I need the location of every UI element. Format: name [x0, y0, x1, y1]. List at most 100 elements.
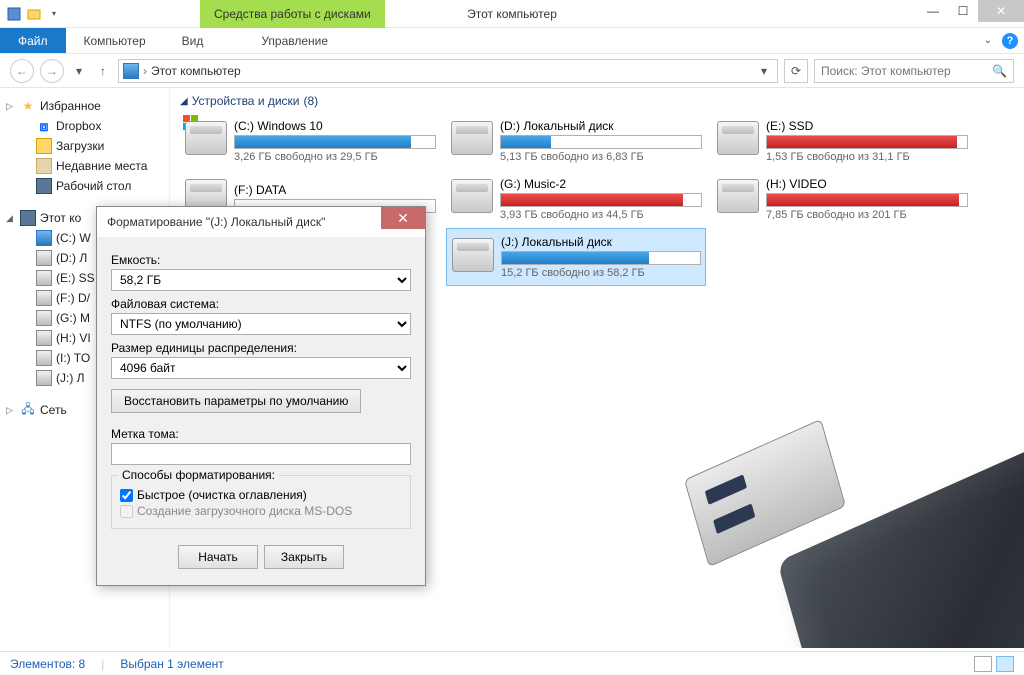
- hdd-icon: [450, 174, 494, 218]
- tab-computer[interactable]: Компьютер: [66, 28, 164, 53]
- star-icon: ★: [20, 98, 36, 114]
- tree-label: (I:) TO: [56, 351, 90, 365]
- drive-free-text: 15,2 ГБ свободно из 58,2 ГБ: [501, 267, 701, 279]
- drive-tile[interactable]: (H:) VIDEO7,85 ГБ свободно из 201 ГБ: [712, 170, 972, 228]
- titlebar: ▾ Средства работы с дисками Этот компьют…: [0, 0, 1024, 28]
- drive-tile[interactable]: (C:) Windows 10 3,26 ГБ свободно из 29,5 …: [180, 112, 440, 170]
- drive-tile[interactable]: (D:) Локальный диск5,13 ГБ свободно из 6…: [446, 112, 706, 170]
- capacity-bar: [766, 193, 968, 207]
- view-details-button[interactable]: [974, 656, 992, 672]
- disk-icon: [36, 350, 52, 366]
- tree-label: (E:) SS: [56, 271, 95, 285]
- format-dialog: Форматирование "(J:) Локальный диск" ✕ Е…: [96, 206, 426, 586]
- tree-label: Избранное: [40, 99, 101, 113]
- qat-dropdown-icon[interactable]: ▾: [46, 6, 62, 22]
- usb-drive-graphic: USB Universal Serial Bus: [610, 408, 1024, 648]
- section-title: Устройства и диски: [192, 94, 300, 108]
- qat-icon-properties[interactable]: [6, 6, 22, 22]
- select-allocation-unit[interactable]: 4096 байт: [111, 357, 411, 379]
- drive-free-text: 3,93 ГБ свободно из 44,5 ГБ: [500, 209, 702, 221]
- restore-defaults-button[interactable]: Восстановить параметры по умолчанию: [111, 389, 361, 413]
- dialog-close-button[interactable]: ✕: [381, 207, 425, 229]
- drive-tile[interactable]: (G:) Music-2 3,93 ГБ свободно из 44,5 ГБ: [446, 170, 706, 228]
- ribbon-collapse-icon[interactable]: ⌄: [984, 35, 992, 46]
- tree-item-desktop[interactable]: Рабочий стол: [4, 176, 165, 196]
- contextual-tab-header: Средства работы с дисками: [200, 0, 385, 28]
- select-filesystem[interactable]: NTFS (по умолчанию): [111, 313, 411, 335]
- tree-label: Сеть: [40, 403, 67, 417]
- disk-icon: [36, 310, 52, 326]
- folder-icon: [36, 138, 52, 154]
- computer-icon: [123, 63, 139, 79]
- quick-format-input[interactable]: [120, 489, 133, 502]
- select-capacity[interactable]: 58,2 ГБ: [111, 269, 411, 291]
- tree-label: (G:) M: [56, 311, 90, 325]
- tab-view[interactable]: Вид: [164, 28, 222, 53]
- tree-item-recent[interactable]: Недавние места: [4, 156, 165, 176]
- help-icon[interactable]: ?: [1002, 33, 1018, 49]
- label-filesystem: Файловая система:: [111, 297, 411, 311]
- section-count: (8): [304, 94, 319, 108]
- quick-access-toolbar: ▾: [0, 6, 62, 22]
- address-dropdown-icon[interactable]: ▾: [755, 64, 773, 78]
- network-icon: 🖧: [20, 402, 36, 418]
- capacity-bar: [501, 251, 701, 265]
- recent-icon: [36, 158, 52, 174]
- tree-label: Этот ко: [40, 211, 81, 225]
- refresh-button[interactable]: ⟳: [784, 59, 808, 83]
- tree-favorites[interactable]: ▷★Избранное: [4, 96, 165, 116]
- tab-file[interactable]: Файл: [0, 28, 66, 53]
- disk-icon: [36, 250, 52, 266]
- capacity-bar: [500, 193, 702, 207]
- hdd-icon: [450, 116, 494, 160]
- nav-history-dropdown[interactable]: ▾: [70, 64, 88, 78]
- label-volume: Метка тома:: [111, 427, 411, 441]
- view-tiles-button[interactable]: [996, 656, 1014, 672]
- section-header[interactable]: ◢ Устройства и диски (8): [180, 94, 1014, 108]
- volume-label-input[interactable]: [111, 443, 411, 465]
- qat-icon-new-folder[interactable]: [26, 6, 42, 22]
- tree-item-downloads[interactable]: Загрузки: [4, 136, 165, 156]
- nav-back-button[interactable]: ←: [10, 59, 34, 83]
- nav-up-button[interactable]: ↑: [94, 64, 112, 78]
- search-input[interactable]: [821, 64, 992, 78]
- tree-label: Недавние места: [56, 159, 147, 173]
- close-button[interactable]: ✕: [978, 0, 1024, 22]
- drive-free-text: 3,26 ГБ свободно из 29,5 ГБ: [234, 151, 436, 163]
- dialog-titlebar[interactable]: Форматирование "(J:) Локальный диск" ✕: [97, 207, 425, 237]
- tree-label: (F:) D/: [56, 291, 90, 305]
- close-dialog-button[interactable]: Закрыть: [264, 545, 344, 569]
- tab-manage[interactable]: Управление: [243, 28, 346, 53]
- disk-icon: [36, 290, 52, 306]
- drive-name: (C:) Windows 10: [234, 119, 436, 133]
- drive-tile[interactable]: (J:) Локальный диск15,2 ГБ свободно из 5…: [446, 228, 706, 286]
- tree-label: (H:) VI: [56, 331, 91, 345]
- maximize-button[interactable]: ☐: [948, 0, 978, 22]
- checkbox-label: Создание загрузочного диска MS-DOS: [137, 504, 352, 518]
- label-capacity: Емкость:: [111, 253, 411, 267]
- drive-name: (G:) Music-2: [500, 177, 702, 191]
- desktop-icon: [36, 178, 52, 194]
- tree-item-dropbox[interactable]: ⧈Dropbox: [4, 116, 165, 136]
- ribbon-tabs: Файл Компьютер Вид Управление ⌄ ?: [0, 28, 1024, 54]
- capacity-bar: [234, 135, 436, 149]
- capacity-bar: [500, 135, 702, 149]
- window-title: Этот компьютер: [467, 7, 557, 21]
- quick-format-checkbox[interactable]: Быстрое (очистка оглавления): [120, 488, 402, 502]
- address-text: Этот компьютер: [151, 64, 751, 78]
- tree-label: (C:) W: [56, 231, 91, 245]
- search-box[interactable]: 🔍: [814, 59, 1014, 83]
- hdd-icon: [716, 116, 760, 160]
- start-button[interactable]: Начать: [178, 545, 258, 569]
- address-bar[interactable]: › Этот компьютер ▾: [118, 59, 778, 83]
- drive-tile[interactable]: (E:) SSD1,53 ГБ свободно из 31,1 ГБ: [712, 112, 972, 170]
- tree-label: Загрузки: [56, 139, 104, 153]
- format-options-group: Способы форматирования: Быстрое (очистка…: [111, 475, 411, 529]
- tree-label: Рабочий стол: [56, 179, 131, 193]
- nav-forward-button[interactable]: →: [40, 59, 64, 83]
- drive-name: (F:) DATA: [234, 183, 436, 197]
- hdd-icon: [184, 116, 228, 160]
- collapse-icon: ◢: [180, 96, 188, 107]
- minimize-button[interactable]: —: [918, 0, 948, 22]
- computer-icon: [20, 210, 36, 226]
